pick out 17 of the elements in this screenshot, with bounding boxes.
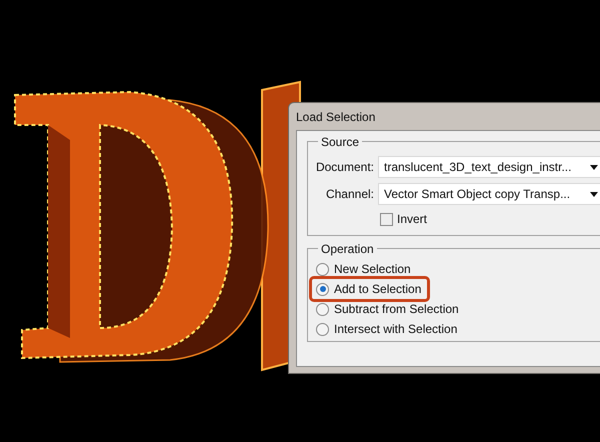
radio-label: Add to Selection xyxy=(334,281,422,298)
radio-label: Subtract from Selection xyxy=(334,301,459,318)
window-title: Load Selection xyxy=(295,109,376,126)
dropdown-arrow-icon xyxy=(590,192,598,196)
field-label: Channel: xyxy=(324,186,374,203)
radio-button[interactable] xyxy=(316,282,329,296)
checkbox[interactable] xyxy=(380,212,393,226)
field-label: Document: xyxy=(314,159,374,176)
document-dropdown[interactable]: translucent_3D_text_design_instr... xyxy=(378,156,600,178)
radio-button[interactable] xyxy=(316,322,329,336)
radio-label: Intersect with Selection xyxy=(334,321,458,338)
channel-dropdown[interactable]: Vector Smart Object copy Transp... xyxy=(378,183,600,205)
dropdown-arrow-icon xyxy=(590,164,598,170)
radio-button[interactable] xyxy=(316,262,329,276)
checkbox-label: Invert xyxy=(397,211,428,228)
radio-label: New Selection xyxy=(334,261,411,278)
radio-button[interactable] xyxy=(316,302,329,316)
